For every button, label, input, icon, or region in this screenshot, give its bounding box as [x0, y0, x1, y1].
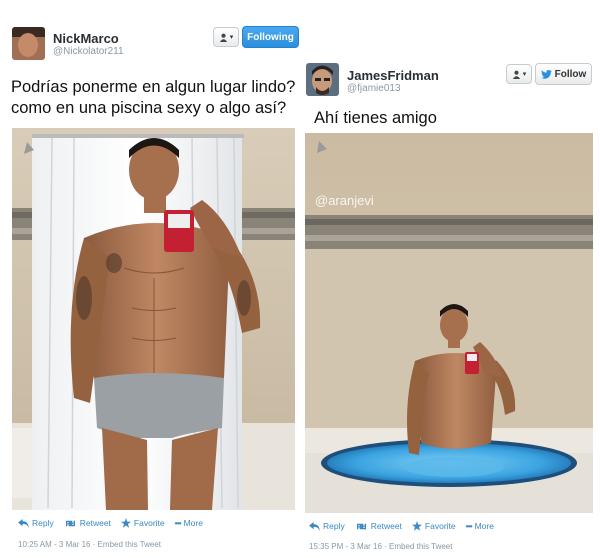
left-retweet-action[interactable]: Retweet	[64, 518, 111, 528]
right-more-label: More	[474, 521, 494, 531]
right-retweet-label: Retweet	[370, 521, 402, 531]
reply-icon	[309, 521, 320, 531]
right-photo-image: @aranjevi	[305, 133, 593, 513]
left-photo-image	[12, 128, 295, 510]
star-icon	[411, 521, 422, 531]
more-dots-icon: •••	[174, 518, 182, 528]
left-favorite-label: Favorite	[133, 518, 165, 528]
left-tweet-card: NickMarco @Nickolator211 ▾ Following Pod…	[0, 0, 300, 558]
left-display-name[interactable]: NickMarco	[53, 31, 119, 46]
left-following-label: Following	[247, 31, 294, 43]
right-handle[interactable]: @fjamie013	[347, 83, 401, 94]
right-more-action[interactable]: ••• More	[466, 521, 494, 531]
right-avatar-image	[306, 63, 339, 96]
left-avatar-image	[12, 27, 45, 60]
left-more-label: More	[183, 518, 203, 528]
left-reply-action[interactable]: Reply	[18, 518, 54, 528]
retweet-icon	[356, 523, 366, 529]
right-avatar[interactable]	[306, 63, 339, 96]
left-favorite-action[interactable]: Favorite	[120, 518, 165, 528]
left-user-menu-button[interactable]: ▾	[213, 27, 239, 47]
right-reply-action[interactable]: Reply	[309, 521, 345, 531]
right-favorite-label: Favorite	[424, 521, 456, 531]
left-tweet-text: Podrías ponerme en algun lugar lindo? co…	[11, 77, 300, 119]
right-tweet-text: Ahí tienes amigo	[314, 109, 437, 127]
left-following-button[interactable]: Following	[242, 26, 299, 48]
left-more-action[interactable]: ••• More	[175, 518, 203, 528]
left-avatar[interactable]	[12, 27, 45, 60]
left-tweet-text-line2: como en una piscina sexy o algo así?	[11, 99, 287, 117]
left-retweet-label: Retweet	[79, 518, 111, 528]
user-menu-icon	[219, 33, 227, 42]
more-dots-icon: •••	[465, 521, 473, 531]
right-timestamp[interactable]: 15:35 PM - 3 Mar 16 · Embed this Tweet	[309, 542, 452, 551]
right-user-menu-button[interactable]: ▾	[506, 64, 532, 84]
chevron-down-icon: ▾	[229, 34, 234, 41]
left-tweet-actions: Reply Retweet Favorite ••• More	[18, 518, 203, 528]
left-timestamp[interactable]: 10:25 AM - 3 Mar 16 · Embed this Tweet	[18, 540, 161, 549]
chevron-down-icon: ▾	[522, 71, 527, 78]
right-reply-label: Reply	[323, 521, 345, 531]
right-tweet-photo[interactable]: @aranjevi	[305, 133, 593, 513]
reply-icon	[18, 518, 29, 528]
left-reply-label: Reply	[32, 518, 54, 528]
user-menu-icon	[512, 70, 520, 79]
right-display-name[interactable]: JamesFridman	[347, 68, 439, 83]
right-tweet-card: JamesFridman @fjamie013 ▾ Follow Ahí tie…	[300, 0, 600, 558]
left-handle[interactable]: @Nickolator211	[53, 46, 124, 57]
right-follow-label: Follow	[554, 68, 587, 80]
left-tweet-text-line1: Podrías ponerme en algun lugar lindo?	[11, 78, 296, 96]
bird-icon	[540, 69, 552, 79]
retweet-icon	[65, 520, 75, 526]
left-tweet-photo[interactable]	[12, 128, 295, 510]
right-retweet-action[interactable]: Retweet	[355, 521, 402, 531]
right-photo-watermark: @aranjevi	[315, 193, 374, 208]
right-tweet-actions: Reply Retweet Favorite ••• More	[309, 521, 494, 531]
right-favorite-action[interactable]: Favorite	[411, 521, 456, 531]
star-icon	[120, 518, 131, 528]
right-follow-button[interactable]: Follow	[535, 63, 592, 85]
